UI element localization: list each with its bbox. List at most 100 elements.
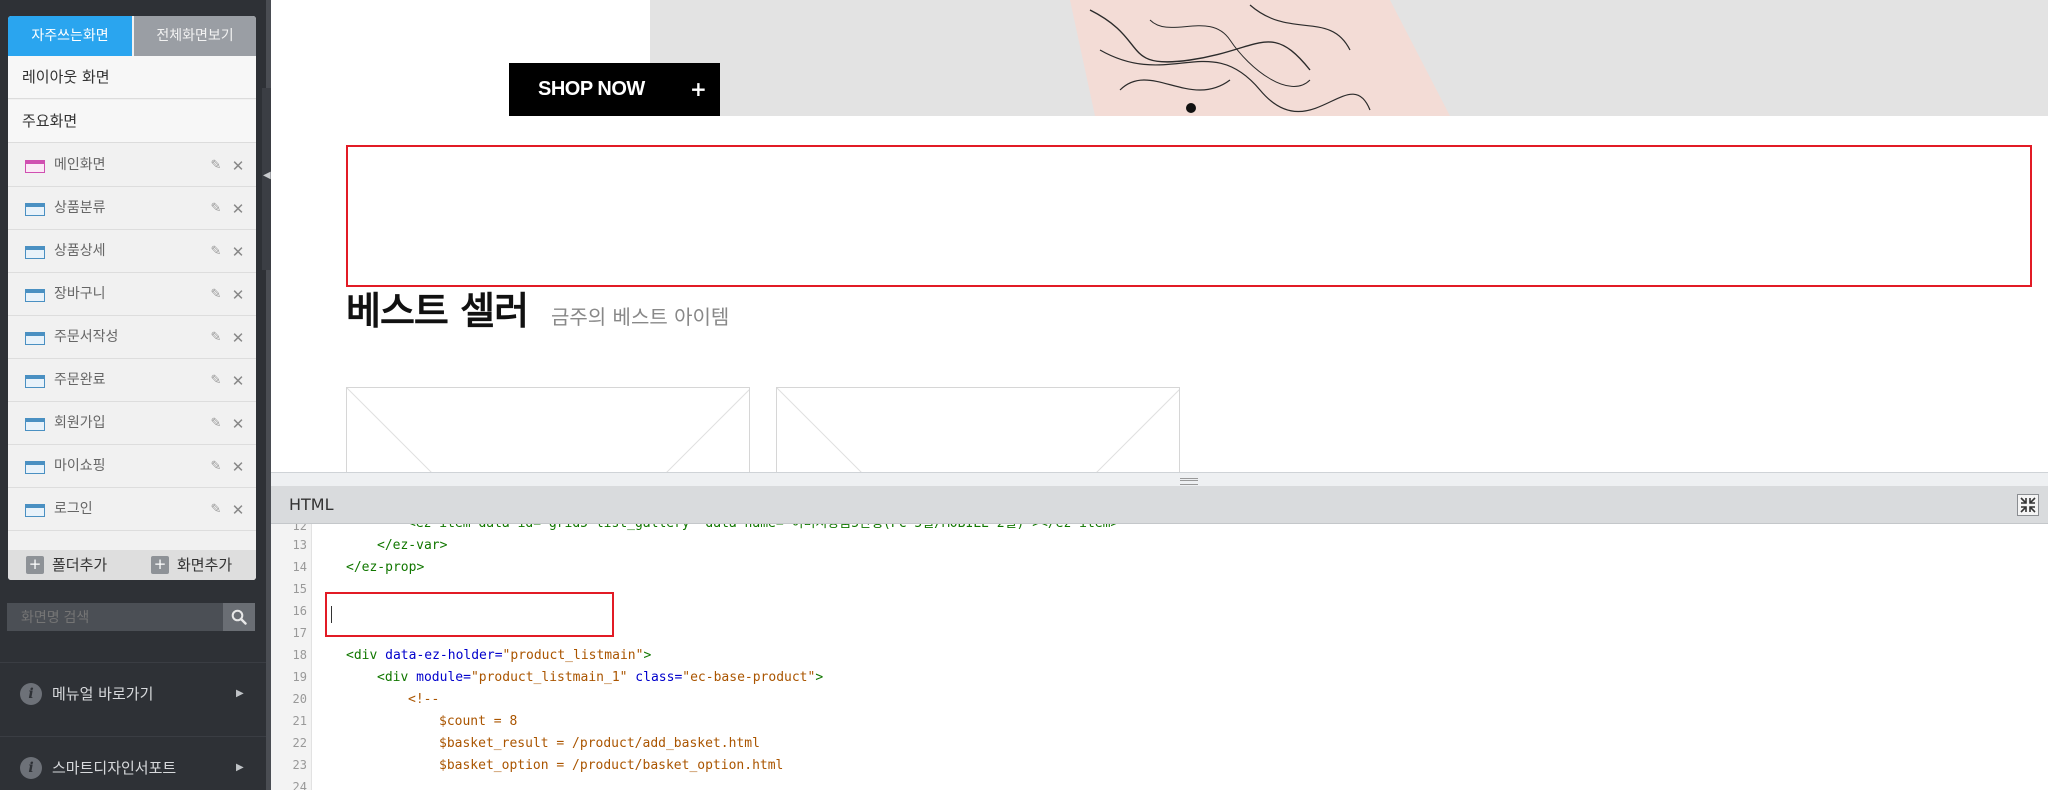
close-icon[interactable]: ✕ (230, 459, 246, 475)
code-line: </ez-var> (377, 538, 448, 553)
design-preview: SHOP NOW + 베스트 셀러 금주의 베스트 아이템 (271, 0, 2048, 472)
search-button[interactable] (223, 603, 255, 631)
html-page-icon (25, 332, 45, 345)
html-page-icon (25, 289, 45, 302)
highlight-box (346, 145, 2032, 287)
plus-icon: + (690, 77, 707, 101)
hero-banner-image (650, 0, 2048, 116)
html-page-icon (25, 418, 45, 431)
line-number-gutter: 12 13 14 15 16 17 18 19 20 21 22 23 24 (271, 524, 312, 790)
line-number: 19 (292, 670, 307, 684)
screen-item-label: 상품분류 (54, 200, 106, 216)
screen-item-myshop[interactable]: 마이쇼핑 ✎ ✕ (8, 445, 256, 488)
pencil-icon[interactable]: ✎ (208, 244, 224, 260)
close-icon[interactable]: ✕ (230, 287, 246, 303)
code-line: <div module="product_listmain_1" class="… (377, 670, 824, 685)
close-icon[interactable]: ✕ (230, 502, 246, 518)
line-number: 16 (292, 604, 307, 618)
html-page-icon (25, 504, 45, 517)
editor-title: HTML (289, 495, 334, 514)
screen-item-label: 주문완료 (54, 372, 106, 388)
line-number: 15 (292, 582, 307, 596)
screen-list-panel: 자주쓰는화면 전체화면보기 레이아웃 화면 주요화면 메인화면 ✎ ✕ 상품분류… (8, 16, 256, 580)
html-page-icon (25, 203, 45, 216)
tab-frequent-screens[interactable]: 자주쓰는화면 (8, 16, 132, 56)
product-thumbnail-placeholder[interactable] (776, 387, 1180, 472)
pencil-icon[interactable]: ✎ (208, 459, 224, 475)
screen-search-input[interactable] (7, 603, 223, 631)
code-line: <!-- (408, 692, 440, 707)
screen-item-label: 회원가입 (54, 415, 106, 431)
add-folder-button[interactable]: + 폴더추가 (26, 550, 107, 580)
screen-item-label: 마이쇼핑 (54, 458, 106, 474)
pencil-icon[interactable]: ✎ (208, 201, 224, 217)
line-number: 23 (292, 758, 307, 772)
pencil-icon[interactable]: ✎ (208, 502, 224, 518)
screen-item-order-complete[interactable]: 주문완료 ✎ ✕ (8, 359, 256, 402)
chevron-right-icon: ▶ (236, 688, 244, 699)
screen-item-join[interactable]: 회원가입 ✎ ✕ (8, 402, 256, 445)
info-icon: i (20, 757, 42, 779)
line-number: 13 (292, 538, 307, 552)
pencil-icon[interactable]: ✎ (208, 287, 224, 303)
plus-icon: + (151, 555, 169, 574)
screen-item-cart[interactable]: 장바구니 ✎ ✕ (8, 273, 256, 316)
section-main-screens[interactable]: 주요화면 (8, 100, 256, 143)
screen-item-label: 메인화면 (54, 157, 106, 173)
html-page-icon (25, 461, 45, 474)
manual-link[interactable]: i 메뉴얼 바로가기 ▶ (0, 662, 266, 723)
line-number: 18 (292, 648, 307, 662)
close-icon[interactable]: ✕ (230, 330, 246, 346)
close-icon[interactable]: ✕ (230, 416, 246, 432)
close-icon[interactable]: ✕ (230, 201, 246, 217)
line-number: 20 (292, 692, 307, 706)
screen-item-main[interactable]: 메인화면 ✎ ✕ (8, 144, 256, 187)
pencil-icon[interactable]: ✎ (208, 158, 224, 174)
close-icon[interactable]: ✕ (230, 244, 246, 260)
close-icon[interactable]: ✕ (230, 373, 246, 389)
section-subtitle: 금주의 베스트 아이템 (551, 305, 730, 329)
panel-resize-handle[interactable] (271, 472, 2048, 487)
code-line: <ez-item data-id="grid5 list_gallery" da… (408, 524, 1118, 532)
collapse-editor-button[interactable] (2017, 494, 2039, 516)
pencil-icon[interactable]: ✎ (208, 373, 224, 389)
screen-item-label: 상품상세 (54, 243, 106, 259)
html-code-editor[interactable]: 12 13 14 15 16 17 18 19 20 21 22 23 24 <… (271, 524, 2048, 790)
screen-item-order-form[interactable]: 주문서작성 ✎ ✕ (8, 316, 256, 359)
section-title: 베스트 셀러 (346, 289, 529, 333)
pencil-icon[interactable]: ✎ (208, 330, 224, 346)
line-number: 14 (292, 560, 307, 574)
add-screen-button[interactable]: + 화면추가 (151, 550, 232, 580)
shrink-icon (2020, 497, 2036, 513)
screen-item-product-detail[interactable]: 상품상세 ✎ ✕ (8, 230, 256, 273)
tab-all-screens[interactable]: 전체화면보기 (134, 16, 256, 56)
sidebar: 자주쓰는화면 전체화면보기 레이아웃 화면 주요화면 메인화면 ✎ ✕ 상품분류… (0, 0, 266, 790)
support-link[interactable]: i 스마트디자인서포트 ▶ (0, 736, 266, 797)
search-icon (231, 609, 247, 625)
highlight-box (325, 592, 614, 637)
sidebar-collapse-handle[interactable]: ◀ (262, 88, 271, 270)
section-layout-screens[interactable]: 레이아웃 화면 (8, 56, 256, 99)
line-number: 22 (292, 736, 307, 750)
chevron-left-icon: ◀ (263, 170, 271, 181)
page-main-icon (25, 160, 45, 173)
product-thumbnail-placeholder[interactable] (346, 387, 750, 472)
editor-header: HTML (271, 486, 2048, 524)
line-number: 21 (292, 714, 307, 728)
code-line: $basket_result = /product/add_basket.htm… (439, 736, 760, 751)
screen-item-label: 로그인 (54, 501, 93, 517)
screen-item-login[interactable]: 로그인 ✎ ✕ (8, 488, 256, 531)
screen-item-label: 장바구니 (54, 286, 106, 302)
grip-icon (1180, 478, 1198, 485)
code-line: $basket_option = /product/basket_option.… (439, 758, 784, 773)
screen-item-category[interactable]: 상품분류 ✎ ✕ (8, 187, 256, 230)
close-icon[interactable]: ✕ (230, 158, 246, 174)
text-cursor (331, 606, 332, 623)
html-page-icon (25, 246, 45, 259)
add-folder-label: 폴더추가 (52, 556, 108, 574)
html-page-icon (25, 375, 45, 388)
pencil-icon[interactable]: ✎ (208, 416, 224, 432)
line-number: 17 (292, 626, 307, 640)
code-line: </ez-prop> (346, 560, 425, 575)
shop-now-button[interactable]: SHOP NOW + (509, 63, 720, 116)
